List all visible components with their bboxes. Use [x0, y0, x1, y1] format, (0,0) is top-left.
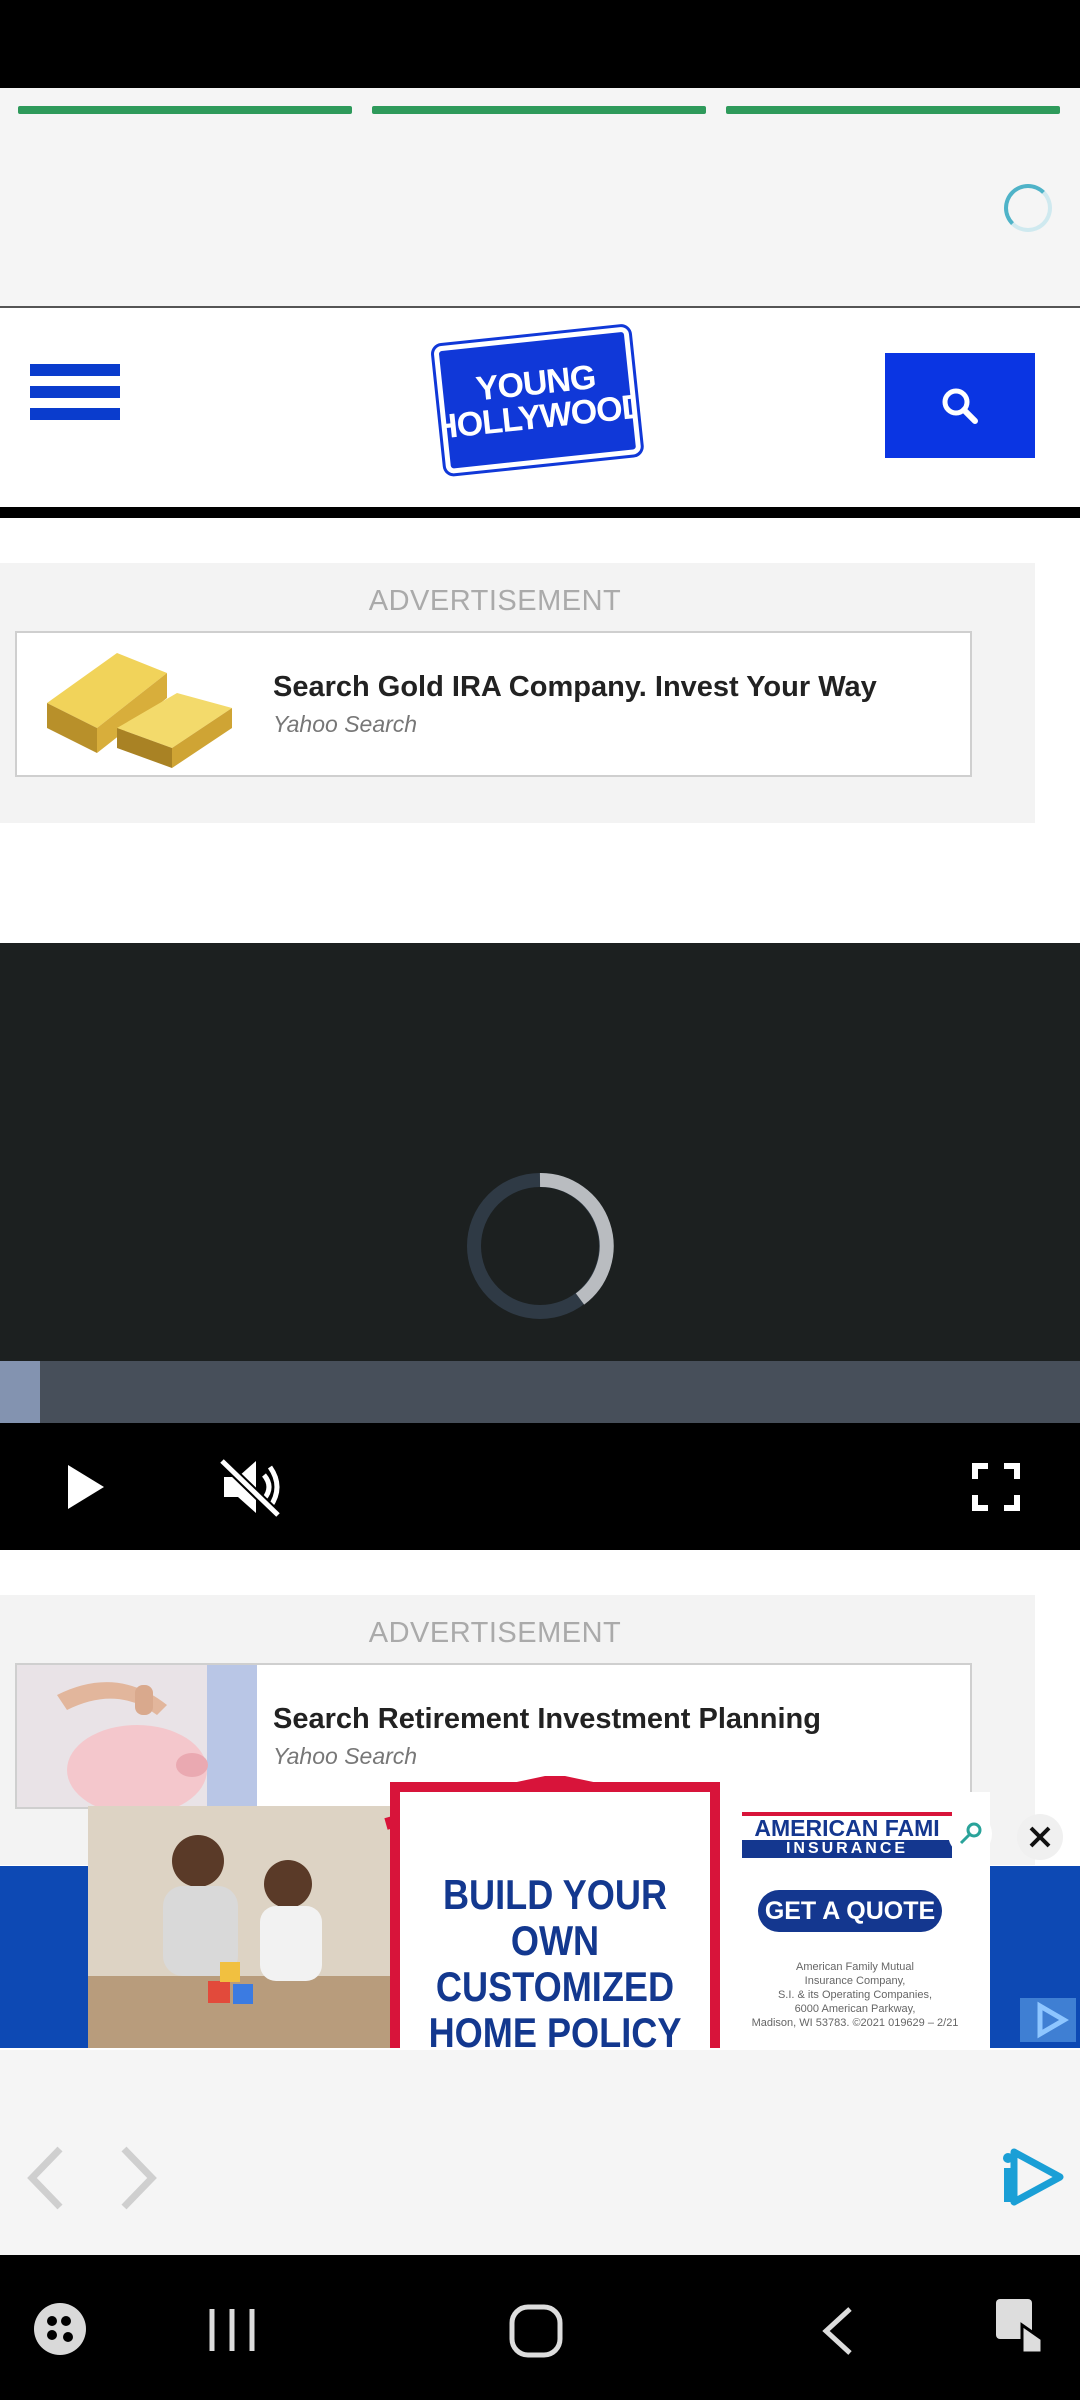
next-arrow-icon[interactable] [118, 2145, 160, 2211]
story-segment [18, 106, 352, 114]
fullscreen-icon[interactable] [972, 1463, 1020, 1511]
brand-logo: AMERICAN FAMI INSURANCE [742, 1812, 952, 1862]
previous-arrow-icon[interactable] [24, 2145, 66, 2211]
adchoices-icon[interactable] [948, 1812, 992, 1856]
header-divider [0, 507, 1080, 518]
video-progress-bar[interactable] [0, 1361, 1080, 1423]
play-icon[interactable] [66, 1463, 106, 1511]
ad-title: Search Retirement Investment Planning [273, 1703, 821, 1735]
fine-print-line: S.I. & its Operating Companies, [777, 1989, 933, 2001]
menu-icon-bar [30, 364, 120, 376]
back-icon[interactable] [820, 2305, 856, 2357]
menu-button[interactable] [30, 364, 120, 434]
recent-apps-icon[interactable] [206, 2305, 258, 2355]
logo-badge: YOUNG HOLLYWOOD [430, 322, 647, 478]
close-icon [1029, 1826, 1051, 1848]
video-player[interactable] [0, 943, 1080, 1550]
search-icon [942, 388, 978, 424]
ad-source: Yahoo Search [273, 1743, 418, 1769]
ad-block: ADVERTISEMENT Search Gold IRA Company. I… [0, 563, 1035, 823]
ad-source: Yahoo Search [273, 711, 418, 737]
story-progress-area [0, 88, 1080, 308]
loading-spinner-icon [1004, 184, 1052, 232]
site-logo[interactable]: YOUNG HOLLYWOOD [430, 322, 647, 486]
muted-icon[interactable] [218, 1455, 284, 1519]
system-navigation-bar [0, 2255, 1080, 2400]
menu-icon-bar [30, 408, 120, 420]
ad-label: ADVERTISEMENT [368, 1617, 622, 1649]
accessibility-icon[interactable] [992, 2295, 1048, 2359]
brand-subtitle: INSURANCE [742, 1840, 952, 1858]
ad-brand-icon[interactable] [1000, 2146, 1066, 2208]
gold-bars-image [17, 633, 257, 775]
close-ad-button[interactable] [1017, 1814, 1063, 1860]
fine-print-line: 6000 American Parkway, [794, 2003, 916, 2015]
fine-print-line: Insurance Company, [804, 1975, 906, 1987]
story-segment [726, 106, 1060, 114]
banner-headline: BUILD YOUR OWN CUSTOMIZED HOME POLICY [422, 1872, 689, 2056]
video-progress-fill [0, 1361, 40, 1423]
story-segment [372, 106, 706, 114]
insurance-banner-ad[interactable]: BUILD YOUR OWN CUSTOMIZED HOME POLICY AM… [88, 1776, 990, 2056]
ad-title: Search Gold IRA Company. Invest Your Way [273, 671, 877, 703]
home-icon[interactable] [508, 2303, 564, 2359]
status-bar [0, 0, 1080, 88]
game-launcher-icon[interactable] [32, 2301, 88, 2357]
ad-label: ADVERTISEMENT [368, 585, 622, 617]
brand-name: AMERICAN FAMI [754, 1815, 940, 1841]
ad-marker-icon[interactable] [1020, 1998, 1076, 2042]
headline-line: BUILD YOUR OWN [442, 1871, 668, 1964]
fine-print-line: Madison, WI 53783. ©2021 019629 – 2/21 [751, 2017, 959, 2029]
carousel-nav [0, 2050, 1080, 2255]
search-button[interactable] [885, 353, 1035, 458]
banner-headline-panel: BUILD YOUR OWN CUSTOMIZED HOME POLICY [390, 1782, 720, 2056]
family-photo-image [88, 1806, 390, 2048]
video-controls [0, 1423, 1080, 1550]
fine-print-line: American Family Mutual [796, 1961, 914, 1973]
banner-fine-print: American Family Mutual Insurance Company… [730, 1960, 980, 2030]
ad-card[interactable]: Search Gold IRA Company. Invest Your Way… [15, 631, 972, 777]
headline-line: CUSTOMIZED [435, 1963, 675, 2010]
menu-icon-bar [30, 386, 120, 398]
logo-line-2: HOLLYWOOD [431, 387, 647, 448]
loading-spinner-icon [467, 1172, 614, 1319]
site-header: YOUNG HOLLYWOOD [0, 308, 1080, 508]
get-quote-button[interactable]: GET A QUOTE [758, 1890, 942, 1932]
